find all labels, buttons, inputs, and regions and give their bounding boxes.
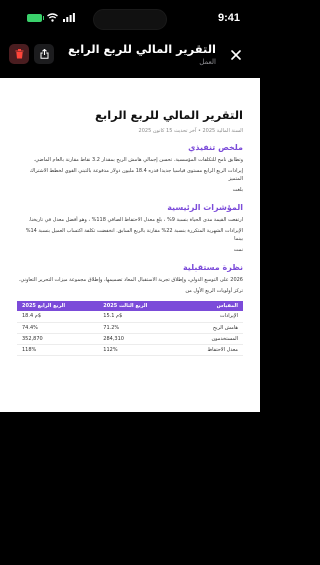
table-row: هامش الربح 71.2% 74.4%: [17, 322, 243, 334]
document-page: التقرير المالي للربع الرابع السنة المالي…: [0, 78, 260, 412]
table-row: الإيرادات 15.1 م$ 18.4 م$: [17, 311, 243, 323]
table-cell: الإيرادات: [181, 311, 243, 323]
nav-title: التقرير المالي للربع الرابع: [68, 42, 216, 56]
trash-icon: [15, 49, 23, 59]
document-meta: السنة المالية 2025 • آخر تحديث 15 كانون …: [138, 128, 243, 134]
nav-header: التقرير المالي للربع الرابع العمل: [0, 38, 260, 76]
section-line: ارتفعت القيمة مدى الحياة بنسبة 9% ، بلغ …: [28, 217, 243, 223]
table-cell: 118%: [17, 344, 99, 356]
table-cell: المستخدمون: [181, 333, 243, 345]
dynamic-island: [93, 9, 167, 30]
table-header: الربع الرابع 2025: [17, 301, 99, 311]
signal-icon: [63, 13, 75, 22]
table-cell: 352,870: [17, 333, 99, 345]
metrics-table: المقياس الربع الثالث 2025 الربع الرابع 2…: [17, 301, 243, 356]
table-cell: 112%: [98, 344, 182, 356]
section-line: تركز أولويات الربع الأول من: [185, 288, 243, 294]
table-cell: 74.4%: [17, 322, 99, 334]
table-header: المقياس: [181, 301, 243, 311]
status-icons: [27, 13, 75, 22]
document-title: التقرير المالي للربع الرابع: [95, 108, 243, 122]
status-time: 9:41: [217, 12, 240, 24]
table-cell: 18.4 م$: [17, 311, 99, 323]
table-cell: 284,310: [98, 333, 182, 345]
table-cell: 15.1 م$: [98, 311, 182, 323]
battery-icon: [27, 13, 44, 22]
section-line: الإيرادات الشهرية المتكررة بنسبة 22% مقا…: [25, 228, 243, 242]
table-header-row: المقياس الربع الثالث 2025 الربع الرابع 2…: [17, 301, 243, 311]
section-line: 2026 على التوسع الدولي، وإطلاق تجربة الا…: [18, 277, 243, 283]
section-line: وتطابق نامج للتكلفات المؤسسية. تحسن إجما…: [33, 157, 243, 163]
table-cell: هامش الربح: [181, 322, 243, 334]
section-heading-summary: ملخص تنفيذي: [188, 143, 243, 152]
section-line: نمت: [233, 247, 243, 253]
section-heading-kpis: المؤشرات الرئيسية: [167, 203, 243, 212]
share-icon: [40, 49, 48, 59]
table-cell: 71.2%: [98, 322, 182, 334]
table-cell: معدل الاحتفاظ: [181, 344, 243, 356]
table-row: المستخدمون 284,310 352,870: [17, 333, 243, 345]
section-line: بلغت: [232, 187, 243, 193]
table-header: الربع الثالث 2025: [98, 301, 182, 311]
section-heading-outlook: نظرة مستقبلية: [182, 263, 243, 272]
delete-button[interactable]: [9, 44, 29, 64]
close-button[interactable]: [226, 45, 246, 65]
close-icon: [231, 50, 241, 60]
wifi-icon: [47, 13, 58, 22]
section-line: إيرادات الربع الرابع مستوى قياسيا جديدا …: [29, 168, 243, 182]
share-button[interactable]: [34, 44, 54, 64]
nav-subtitle: العمل: [199, 58, 216, 66]
status-bar: 9:41: [0, 0, 260, 36]
table-row: معدل الاحتفاظ 112% 118%: [17, 344, 243, 356]
